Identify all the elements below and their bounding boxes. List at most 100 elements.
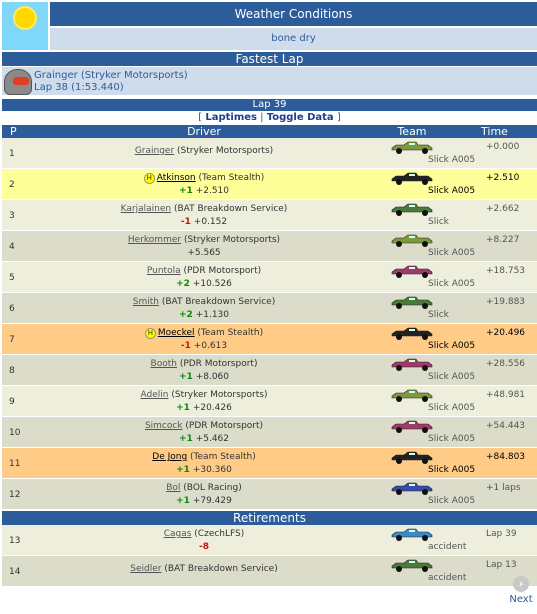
car-icon: [388, 295, 436, 309]
tyre-compound: Slick: [428, 217, 449, 227]
laptimes-link[interactable]: Laptimes: [205, 112, 257, 123]
next-button[interactable]: › Next: [505, 576, 537, 605]
table-header: P Driver Team Time: [2, 125, 537, 138]
helmet-badge-icon: H: [144, 328, 156, 339]
time-value: +19.883: [486, 297, 526, 307]
position: 4: [9, 242, 15, 252]
driver-name-link[interactable]: Moeckel: [158, 328, 195, 338]
table-row: 11 De Jong (Team Stealth) +1 +30.360 Slick …: [2, 448, 537, 479]
gap-value: +0.152: [193, 217, 228, 227]
gap-cell: +1 +79.429: [36, 496, 372, 506]
gap-cell: +1 +20.426: [36, 403, 372, 413]
gap-cell: +1 +30.360: [36, 465, 372, 475]
driver-name-link[interactable]: Booth: [151, 359, 177, 369]
time-value: +48.981: [486, 390, 526, 400]
driver-name-link[interactable]: Cagas: [164, 529, 192, 539]
driver-cell: H Moeckel (Team Stealth): [36, 328, 372, 339]
tyre-compound: Slick A005: [428, 155, 476, 165]
driver-team: (Team Stealth): [195, 173, 265, 183]
sun-icon: [2, 2, 50, 50]
table-row: 9 Adelin (Stryker Motorsports) +1 +20.426 S…: [2, 386, 537, 417]
fastest-lap-driver: Grainger (Stryker Motorsports): [34, 70, 188, 81]
driver-name-link[interactable]: De Jong: [152, 452, 187, 462]
driver-name-link[interactable]: Karjalainen: [121, 204, 171, 214]
table-row: 6 Smith (BAT Breakdown Service) +2 +1.130 S…: [2, 293, 537, 324]
driver-cell: Puntola (PDR Motorsport): [36, 266, 372, 276]
gap-cell: -1 +0.613: [36, 341, 372, 351]
gap-value: +5.462: [195, 434, 229, 444]
tyre-compound: Slick A005: [428, 279, 476, 289]
driver-name-link[interactable]: Atkinson: [157, 173, 196, 183]
position-change: +1: [179, 434, 193, 444]
tyre-compound: Slick A005: [428, 341, 476, 351]
position-change: +1: [176, 496, 190, 506]
position: 6: [9, 304, 15, 314]
table-row: 5 Puntola (PDR Motorsport) +2 +10.526 Slick…: [2, 262, 537, 293]
driver-cell: Adelin (Stryker Motorsports): [36, 390, 372, 400]
position: 8: [9, 366, 15, 376]
driver-team: (Stryker Motorsports): [174, 146, 274, 156]
car-icon: [388, 527, 436, 541]
table-row: 13 Cagas (CzechLFS) -8 accident Lap 39: [2, 525, 537, 556]
retirements-table: 13 Cagas (CzechLFS) -8 accident Lap 39 14 Sei…: [2, 525, 537, 587]
fastest-lap-panel: Grainger (Stryker Motorsports) Lap 38 (1…: [2, 67, 537, 95]
weather-value: bone dry: [50, 28, 537, 50]
driver-name-link[interactable]: Puntola: [147, 266, 181, 276]
driver-team: (CzechLFS): [191, 529, 245, 539]
position-change: -8: [199, 542, 209, 552]
position-change: +2: [176, 279, 190, 289]
col-header-time: Time: [481, 125, 508, 138]
col-header-driver: Driver: [187, 125, 221, 138]
car-icon: [388, 558, 436, 572]
tyre-compound: Slick A005: [428, 372, 476, 382]
gap-cell: +1 +5.462: [36, 434, 372, 444]
position: 7: [9, 335, 15, 345]
driver-cell: Seidler (BAT Breakdown Service): [36, 564, 372, 574]
table-row: 1 Grainger (Stryker Motorsports) Slick A00…: [2, 138, 537, 169]
position: 12: [9, 490, 21, 500]
driver-cell: Bol (BOL Racing): [36, 483, 372, 493]
table-row: 14 Seidler (BAT Breakdown Service) acciden…: [2, 556, 537, 587]
position: 10: [9, 428, 21, 438]
gap-cell: +2 +10.526: [36, 279, 372, 289]
car-icon: [388, 388, 436, 402]
driver-name-link[interactable]: Herkommer: [128, 235, 181, 245]
driver-name-link[interactable]: Grainger: [135, 146, 174, 156]
time-value: +2.510: [486, 173, 520, 183]
car-icon: [388, 357, 436, 371]
driver-cell: Simcock (PDR Motorsport): [36, 421, 372, 431]
driver-cell: Cagas (CzechLFS): [36, 529, 372, 539]
tyre-compound: Slick A005: [428, 248, 476, 258]
time-value: +54.443: [486, 421, 526, 431]
table-row: 12 Bol (BOL Racing) +1 +79.429 Slick A005 +1…: [2, 479, 537, 510]
gap-value: +5.565: [187, 248, 221, 258]
driver-name-link[interactable]: Seidler: [130, 564, 161, 574]
driver-team: (BAT Breakdown Service): [161, 564, 278, 574]
gap-value: +8.060: [195, 372, 229, 382]
tyre-compound: Slick A005: [428, 186, 476, 196]
time-value: +20.496: [486, 328, 526, 338]
time-value: Lap 13: [486, 560, 517, 570]
car-icon: [388, 233, 436, 247]
fastest-lap-title: Fastest Lap: [2, 52, 537, 66]
position-change: +1: [179, 186, 193, 196]
driver-name-link[interactable]: Simcock: [145, 421, 183, 431]
car-icon: [388, 264, 436, 278]
next-label: Next: [509, 594, 533, 605]
gap-cell: +5.565: [36, 248, 372, 258]
results-table: 1 Grainger (Stryker Motorsports) Slick A00…: [2, 138, 537, 510]
driver-team: (Team Stealth): [194, 328, 264, 338]
gap-cell: -1 +0.152: [36, 217, 372, 227]
helmet-icon: [4, 69, 32, 95]
position: 2: [9, 180, 15, 190]
gap-cell: +1 +2.510: [36, 186, 372, 196]
driver-name-link[interactable]: Adelin: [141, 390, 169, 400]
tyre-compound: accident: [428, 542, 467, 552]
retirements-title: Retirements: [2, 511, 537, 525]
driver-cell: Smith (BAT Breakdown Service): [36, 297, 372, 307]
driver-name-link[interactable]: Smith: [133, 297, 159, 307]
toggle-data-link[interactable]: Toggle Data: [267, 112, 334, 123]
car-icon: [388, 419, 436, 433]
position: 11: [9, 459, 21, 469]
driver-name-link[interactable]: Bol: [166, 483, 180, 493]
